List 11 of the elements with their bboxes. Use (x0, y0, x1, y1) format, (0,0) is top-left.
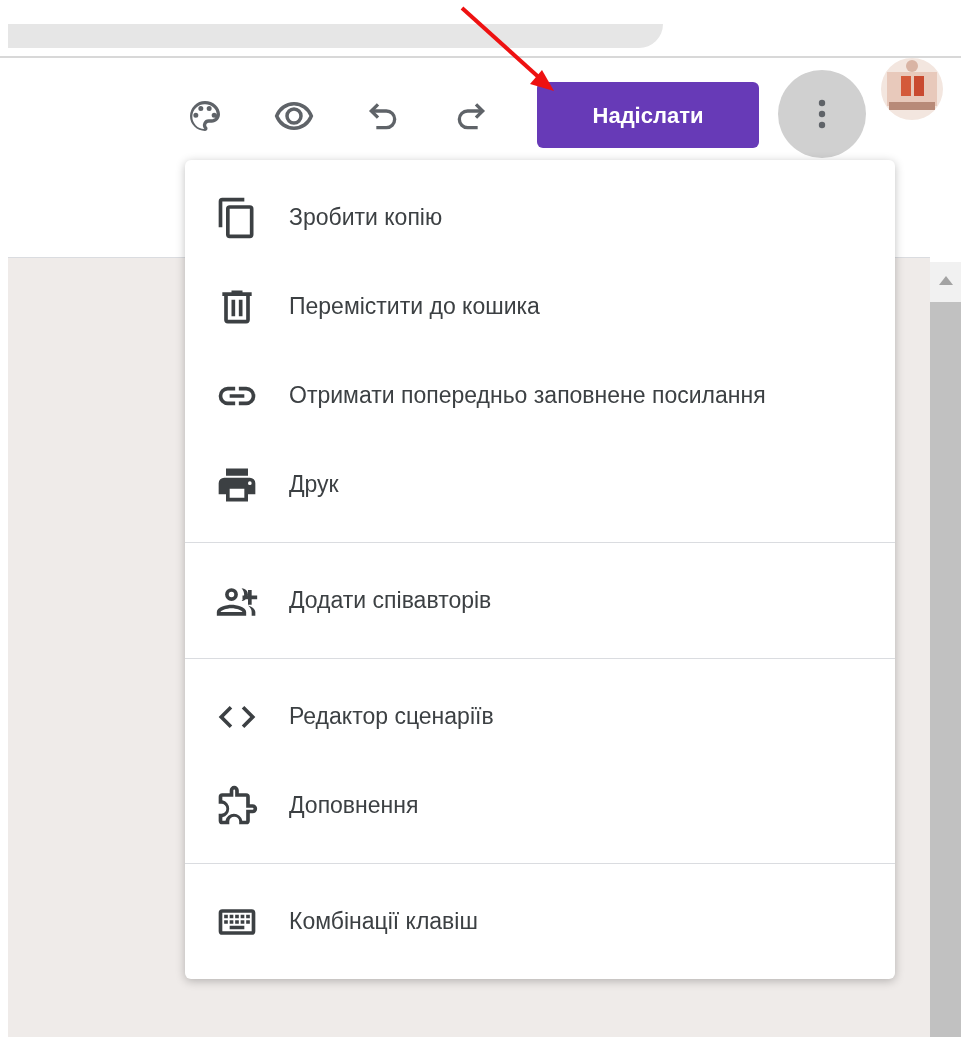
menu-item[interactable]: Друк (185, 440, 895, 529)
menu-item[interactable]: Редактор сценаріїв (185, 672, 895, 761)
menu-item[interactable]: Зробити копію (185, 173, 895, 262)
menu-item[interactable]: Доповнення (185, 761, 895, 850)
menu-item[interactable]: Перемістити до кошика (185, 262, 895, 351)
send-button[interactable]: Надіслати (537, 82, 759, 148)
menu-item[interactable]: Отримати попередньо заповнене посилання (185, 351, 895, 440)
menu-item[interactable]: Додати співавторів (185, 556, 895, 645)
more-icon (818, 99, 826, 129)
scrollbar-thumb[interactable] (930, 302, 961, 1037)
menu-item[interactable]: Комбінації клавіш (185, 877, 895, 966)
